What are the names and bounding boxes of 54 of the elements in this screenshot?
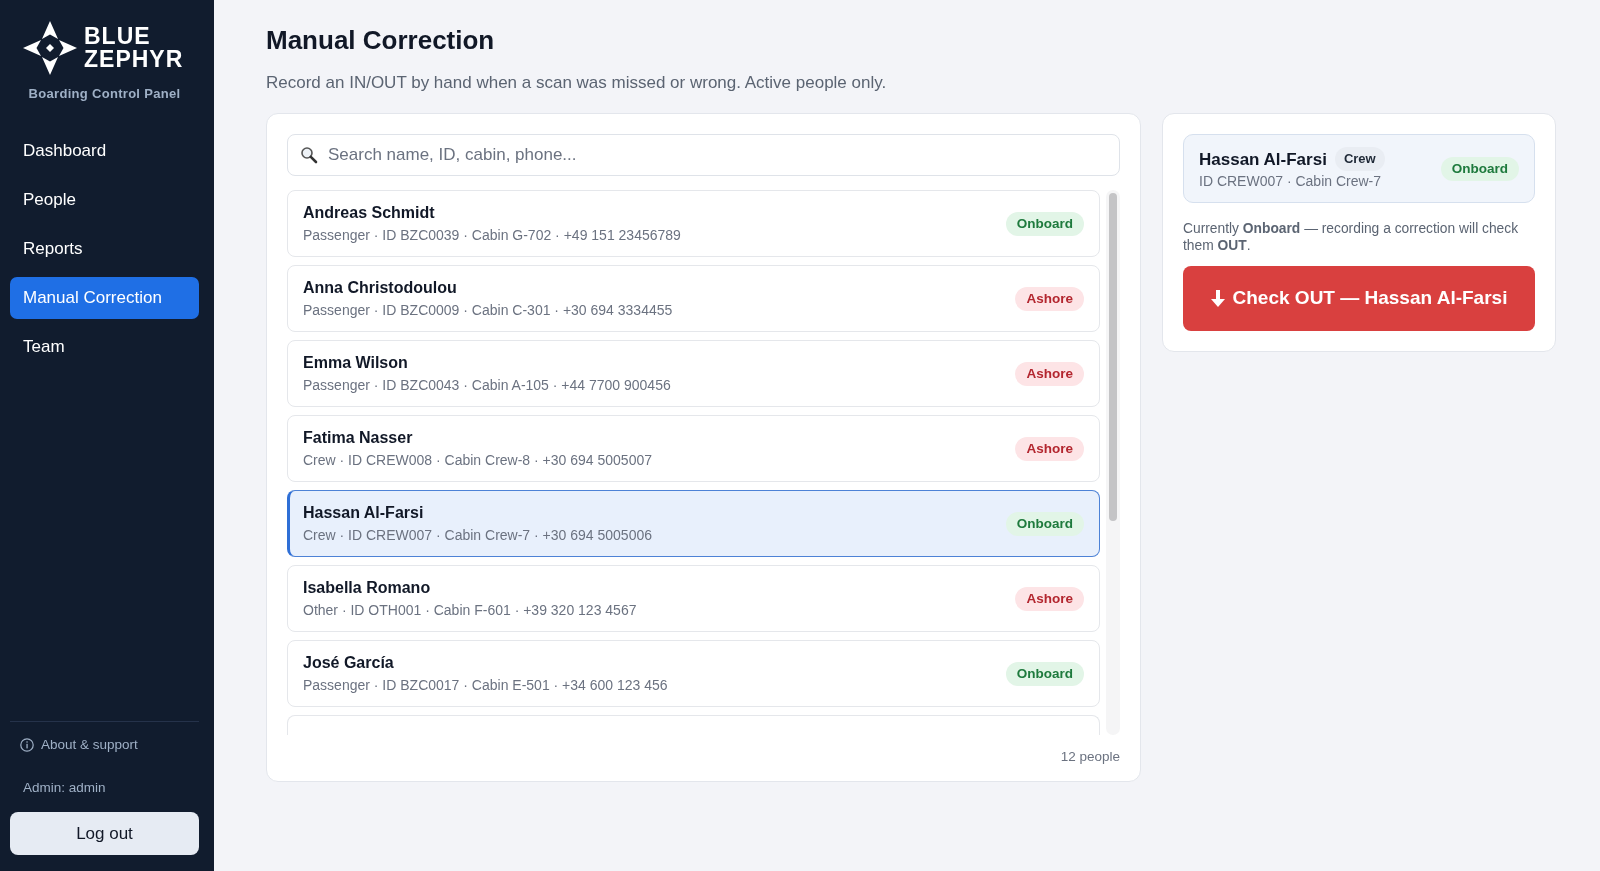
person-details: Crew · ID CREW007 · Cabin Crew-7 · +30 694 5005006 bbox=[303, 526, 652, 545]
search-field[interactable]: Search name, ID, cabin, phone... bbox=[287, 134, 1120, 176]
page-title: Manual Correction bbox=[266, 24, 496, 56]
brand-name: BLUE ZEPHYR bbox=[84, 25, 184, 71]
person-name: Hassan Al-Farsi bbox=[303, 503, 425, 523]
person-row[interactable]: Emma Wilson Passenger · ID BZC0043 · Cabin A-105 · +44 7700 900456 Ashore bbox=[287, 340, 1100, 407]
person-name: Hassan Al-Farsi bbox=[1199, 150, 1327, 169]
person-row[interactable]: Hassan Al-Farsi Crew · ID CREW007 · Cabin Crew-7 · +30 694 5005006 Onboard bbox=[287, 490, 1100, 557]
role-badge: Crew bbox=[1334, 147, 1385, 171]
person-details: ID CREW007 · Cabin Crew-7 bbox=[1199, 172, 1383, 190]
user-label: Admin: admin bbox=[22, 778, 107, 797]
person-name: José García bbox=[303, 653, 395, 673]
status-badge: Ashore bbox=[1015, 437, 1084, 461]
person-name: Emma Wilson bbox=[303, 353, 409, 373]
person-name: Isabella Romano bbox=[303, 578, 432, 598]
person-name: Anna Christodoulou bbox=[303, 278, 458, 298]
status-badge: Ashore bbox=[1015, 362, 1084, 386]
status-badge: Onboard bbox=[1440, 156, 1519, 181]
person-row[interactable]: José García Passenger · ID BZC0017 · Cabin E-501 · +34 600 123 456 Onboard bbox=[287, 640, 1100, 707]
nav-item[interactable]: People bbox=[10, 178, 199, 221]
person-details: Passenger · ID BZC0039 · Cabin G-702 · +49 151 23456789 bbox=[303, 226, 681, 245]
scrollbar-thumb[interactable] bbox=[1109, 193, 1117, 521]
correction-note: Currently Onboard — recording a correction will check them OUT. bbox=[1183, 220, 1520, 254]
nav-item[interactable]: Manual Correction bbox=[10, 276, 199, 319]
person-details: Crew · ID CREW008 · Cabin Crew-8 · +30 694 5005007 bbox=[303, 451, 652, 470]
person-row[interactable] bbox=[287, 715, 1100, 735]
status-badge: Onboard bbox=[1005, 512, 1084, 536]
status-badge: Ashore bbox=[1015, 587, 1084, 611]
status-badge: Ashore bbox=[1015, 287, 1084, 311]
page-subtitle: Record an IN/OUT by hand when a scan was missed or wrong. Active people only. bbox=[266, 72, 888, 94]
person-name: Andreas Schmidt bbox=[303, 203, 436, 223]
compass-logo-icon bbox=[22, 20, 78, 76]
brand-subtitle: Boarding Control Panel bbox=[27, 85, 182, 103]
person-row[interactable]: Fatima Nasser Crew · ID CREW008 · Cabin Crew-8 · +30 694 5005007 Ashore bbox=[287, 415, 1100, 482]
people-count: 12 people bbox=[1059, 748, 1120, 766]
info-icon bbox=[20, 737, 34, 752]
person-name: Fatima Nasser bbox=[303, 428, 414, 448]
check-out-button[interactable]: Check OUT — Hassan Al-Farsi bbox=[1183, 266, 1535, 331]
nav-item[interactable]: Dashboard bbox=[10, 129, 199, 172]
person-row[interactable]: Anna Christodoulou Passenger · ID BZC0009 · Cabin C-301 · +30 694 3334455 Ashore bbox=[287, 265, 1100, 332]
nav-item[interactable]: Reports bbox=[10, 227, 199, 270]
person-details: Passenger · ID BZC0043 · Cabin A-105 · +44 7700 900456 bbox=[303, 376, 671, 395]
status-badge: Onboard bbox=[1005, 212, 1084, 236]
logout-button[interactable]: Log out bbox=[10, 812, 199, 855]
search-icon bbox=[300, 146, 318, 164]
nav-item[interactable]: Team bbox=[10, 325, 199, 368]
about-link[interactable]: About & support bbox=[10, 731, 148, 758]
status-badge: Onboard bbox=[1005, 662, 1084, 686]
person-row[interactable]: Isabella Romano Other · ID OTH001 · Cabin F-601 · +39 320 123 4567 Ashore bbox=[287, 565, 1100, 632]
arrow-icon bbox=[1210, 290, 1225, 307]
person-details: Other · ID OTH001 · Cabin F-601 · +39 320 123 4567 bbox=[303, 601, 637, 620]
person-row[interactable]: Andreas Schmidt Passenger · ID BZC0039 · Cabin G-702 · +49 151 23456789 Onboard bbox=[287, 190, 1100, 257]
person-details: Passenger · ID BZC0009 · Cabin C-301 · +30 694 3334455 bbox=[303, 301, 673, 320]
person-details: Passenger · ID BZC0017 · Cabin E-501 · +34 600 123 456 bbox=[303, 676, 668, 695]
